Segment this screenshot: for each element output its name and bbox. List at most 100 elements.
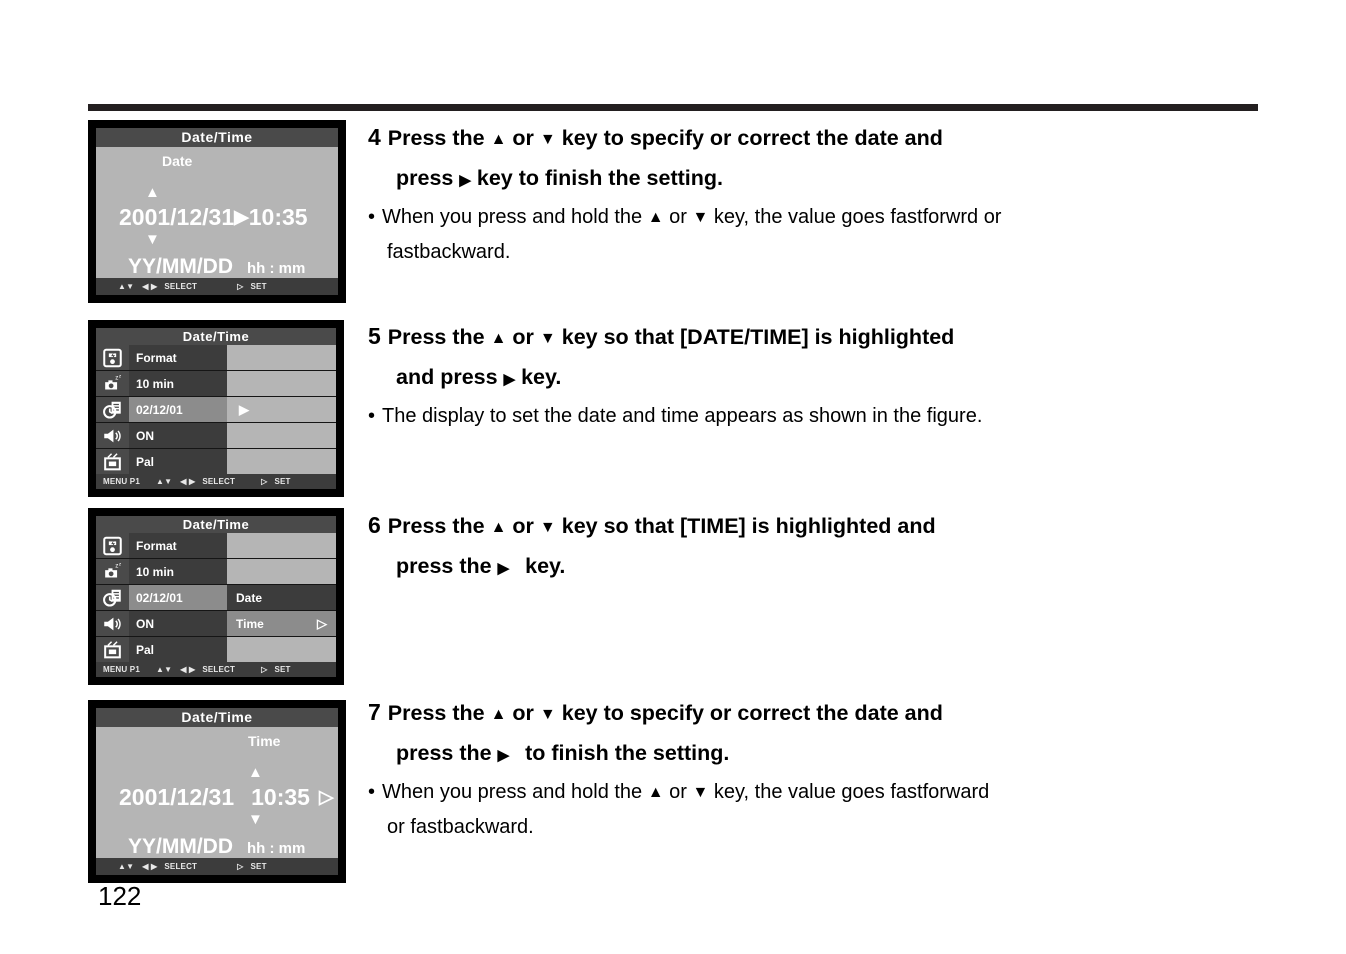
format-card-icon — [101, 535, 124, 557]
updown-glyph-icon: ▲▼ — [155, 665, 173, 674]
leftright-glyph-icon: ◀ ▶ — [142, 862, 158, 871]
menu-grid: zz — [96, 533, 336, 662]
lcd-date-value: 2001/12/31 — [119, 204, 235, 230]
down-arrow-icon: ▼ — [692, 209, 709, 226]
step-text: Press the — [387, 325, 485, 349]
submenu-cell — [227, 449, 336, 474]
up-arrow-icon: ▲ — [647, 209, 664, 226]
menu-value: Pal — [136, 454, 155, 469]
step-text: key to finish the setting. — [476, 166, 723, 190]
lcd-time-format: hh : mm — [247, 840, 306, 857]
lcd-format-row: YY/MM/DD hh : mm — [128, 835, 305, 859]
bullet-dot-icon: • — [368, 206, 376, 228]
step-text: key. — [521, 365, 562, 389]
note-text: The display to set the date and time app… — [382, 405, 983, 427]
lcd-body: Time ▲ 2001/12/31 10:35 ▷ ▼ YY/MM/DD hh … — [96, 727, 338, 858]
lcd-format-row: YY/MM/DD hh : mm — [128, 255, 305, 279]
submenu-item-time[interactable]: Time ▷ — [227, 611, 336, 637]
menu-row-beep[interactable]: ON — [129, 611, 227, 637]
submenu-item-date[interactable]: Date — [227, 585, 336, 611]
lcd-footer: MENU P1 ▲▼ ◀ ▶ SELECT ▷ SET — [96, 662, 336, 677]
note-text: or — [669, 206, 687, 228]
menu-value-column: Format 10 min 02/12/01 ON Pal — [129, 533, 227, 662]
down-arrow-icon: ▼ — [539, 131, 556, 148]
menu-value: 02/12/01 — [136, 402, 183, 417]
set-label: SET — [250, 282, 267, 291]
menu-row-video[interactable]: Pal — [129, 449, 227, 474]
bullet-dot-icon: • — [368, 781, 376, 803]
menu-row-format[interactable]: Format — [129, 345, 227, 371]
step-note: • When you press and hold the ▲ or ▼ key,… — [368, 200, 1248, 270]
instruction-step-4: 4 Press the ▲ or ▼ key to specify or corr… — [368, 118, 1248, 270]
lcd-date-format: YY/MM/DD — [128, 835, 233, 858]
menu-value: Pal — [136, 642, 155, 657]
lcd-date-format: YY/MM/DD — [128, 255, 233, 278]
menu-value: 02/12/01 — [136, 590, 183, 605]
submenu-label: Time — [236, 616, 264, 631]
clock-date-icon — [101, 587, 124, 609]
note-text: or fastbackward. — [387, 816, 534, 838]
lcd-body: zz — [96, 345, 336, 474]
lcd-datetime-row: 2001/12/31 ▶ 10:35 — [119, 204, 308, 231]
lcd-mode-label: Time — [248, 733, 281, 749]
up-arrow-icon: ▲ — [490, 706, 507, 723]
menu-icon-cell — [96, 585, 129, 611]
lcd-time-format: hh : mm — [247, 260, 306, 277]
menu-icon-cell — [96, 423, 129, 449]
menu-value: Format — [136, 350, 177, 365]
menu-row-powersave[interactable]: 10 min — [129, 371, 227, 397]
lcd-title: Date/Time — [96, 516, 336, 533]
menu-row-datetime[interactable]: 02/12/01 — [129, 397, 227, 423]
step-text: key. — [525, 554, 566, 578]
set-label: SET — [274, 665, 291, 674]
down-arrow-icon: ▼ — [539, 519, 556, 536]
format-card-icon — [101, 347, 124, 369]
up-arrow-icon: ▲ — [647, 784, 664, 801]
menu-value: ON — [136, 616, 154, 631]
svg-text:z: z — [115, 562, 118, 569]
speaker-icon — [101, 425, 124, 447]
menu-row-powersave[interactable]: 10 min — [129, 559, 227, 585]
svg-text:z: z — [115, 374, 118, 381]
lcd-time-value: 10:35 — [248, 204, 308, 230]
select-label: SELECT — [164, 862, 198, 871]
submenu-pointer-icon: ▷ — [317, 615, 327, 631]
menu-row-beep[interactable]: ON — [129, 423, 227, 449]
up-arrow-icon: ▲ — [490, 330, 507, 347]
lcd-footer: ▲▼ ◀ ▶ SELECT ▷ SET — [96, 858, 338, 875]
step-text: press the — [396, 741, 492, 765]
instruction-step-6: 6 Press the ▲ or ▼ key so that [TIME] is … — [368, 506, 1248, 588]
step-note: • When you press and hold the ▲ or ▼ key,… — [368, 775, 1248, 845]
menu-row-format[interactable]: Format — [129, 533, 227, 559]
menu-row-video[interactable]: Pal — [129, 637, 227, 662]
bullet-dot-icon: • — [368, 405, 376, 427]
note-text: or — [669, 781, 687, 803]
down-arrow-icon: ▼ — [539, 706, 556, 723]
step-text: key so that [DATE/TIME] is highlighted — [561, 325, 955, 349]
clock-date-icon — [101, 399, 124, 421]
submenu-cell — [227, 637, 336, 662]
lcd-date-value: 2001/12/31 — [119, 784, 235, 810]
step-text: or — [512, 325, 534, 349]
step-text: and press — [396, 365, 498, 389]
menu-row-datetime[interactable]: 02/12/01 — [129, 585, 227, 611]
leftright-glyph-icon: ◀ ▶ — [180, 665, 196, 674]
menu-icon-column: zz — [96, 345, 129, 474]
up-arrow-icon: ▲ — [490, 131, 507, 148]
step-number: 7 — [368, 699, 381, 725]
step-text: to finish the setting. — [525, 741, 730, 765]
menu-icon-cell: zz — [96, 559, 129, 585]
menu-grid: zz — [96, 345, 336, 474]
menu-icon-cell — [96, 637, 129, 662]
note-text: key, the value goes fastforward — [713, 781, 990, 803]
menu-icon-cell: zz — [96, 371, 129, 397]
right-arrow-icon: ▶ — [459, 172, 471, 189]
step-note: • The display to set the date and time ap… — [368, 399, 1248, 434]
tv-icon — [101, 451, 124, 473]
menu-icon-cell — [96, 397, 129, 423]
svg-text:z: z — [119, 373, 122, 378]
step-number: 5 — [368, 323, 381, 349]
submenu-cell — [227, 371, 336, 397]
lcd-title: Date/Time — [96, 708, 338, 727]
set-glyph-icon: ▷ — [261, 477, 268, 486]
